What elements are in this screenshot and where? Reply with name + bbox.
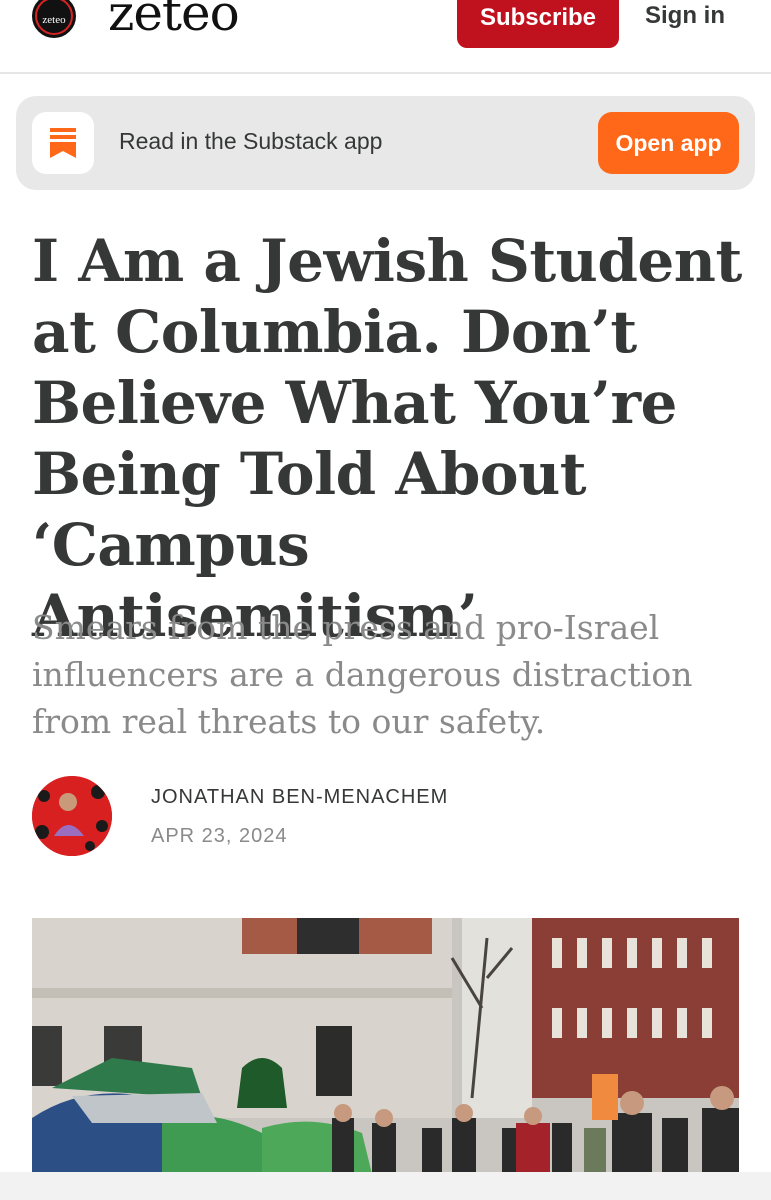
bottom-bar: [0, 1172, 771, 1200]
article-title: I Am a Jewish Student at Columbia. Don’t…: [32, 227, 742, 650]
site-header: zeteo zeteo Subscribe Sign in: [0, 0, 771, 74]
publish-date: APR 23, 2024: [151, 825, 288, 847]
publication-wordmark[interactable]: zeteo: [108, 0, 240, 42]
article-subtitle: Smears from the press and pro-Israel inf…: [32, 608, 693, 741]
substack-icon: [32, 112, 94, 174]
logo-text: zeteo: [37, 0, 71, 33]
app-banner: Read in the Substack app Open app: [16, 96, 755, 190]
open-app-button[interactable]: Open app: [598, 112, 739, 174]
sign-in-link[interactable]: Sign in: [645, 2, 725, 30]
author-avatar[interactable]: [32, 776, 112, 856]
publication-logo[interactable]: zeteo: [32, 0, 76, 38]
banner-text: Read in the Substack app: [119, 128, 383, 154]
author-name[interactable]: JONATHAN BEN-MENACHEM: [151, 786, 448, 809]
hero-image: [32, 918, 739, 1174]
subscribe-button[interactable]: Subscribe: [457, 0, 619, 48]
